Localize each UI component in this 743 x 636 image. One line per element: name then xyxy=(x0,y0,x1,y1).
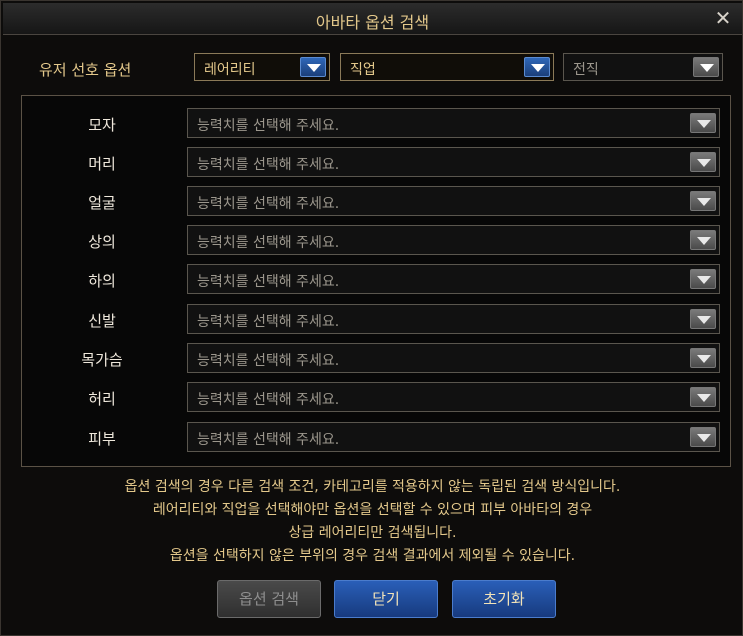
notice-line: 옵션 검색의 경우 다른 검색 조건, 카테고리를 적용하지 않는 독립된 검색… xyxy=(124,479,621,495)
slot-option-select[interactable]: 능력치를 선택해 주세요. xyxy=(187,108,720,138)
advancement-select-value: 전직 xyxy=(573,62,599,78)
slot-option-select[interactable]: 능력치를 선택해 주세요. xyxy=(187,343,720,373)
title-bar: 아바타 옵션 검색 ✕ xyxy=(3,3,742,35)
slot-option-value: 능력치를 선택해 주세요. xyxy=(197,353,340,369)
slot-row-skin: 피부 능력치를 선택해 주세요. xyxy=(22,422,730,452)
slot-row-top: 상의 능력치를 선택해 주세요. xyxy=(22,225,730,255)
avatar-option-search-dialog: 아바타 옵션 검색 ✕ 유저 선호 옵션 레어리티 직업 전직 모자 능력치를 … xyxy=(0,0,743,636)
slot-label: 피부 xyxy=(88,430,116,448)
chevron-down-icon[interactable] xyxy=(690,387,716,407)
slot-option-select[interactable]: 능력치를 선택해 주세요. xyxy=(187,264,720,294)
chevron-down-icon[interactable] xyxy=(690,230,716,250)
notice-line: 상급 레어리티만 검색됩니다. xyxy=(288,525,457,541)
slot-option-select[interactable]: 능력치를 선택해 주세요. xyxy=(187,225,720,255)
slot-label: 머리 xyxy=(88,155,116,173)
rarity-select[interactable]: 레어리티 xyxy=(194,53,330,81)
slot-option-select[interactable]: 능력치를 선택해 주세요. xyxy=(187,422,720,452)
slot-option-select[interactable]: 능력치를 선택해 주세요. xyxy=(187,186,720,216)
slot-option-value: 능력치를 선택해 주세요. xyxy=(197,392,340,408)
advancement-select[interactable]: 전직 xyxy=(563,53,723,81)
dialog-title: 아바타 옵션 검색 xyxy=(315,13,430,32)
slot-row-hat: 모자 능력치를 선택해 주세요. xyxy=(22,108,730,138)
chevron-down-icon[interactable] xyxy=(693,57,719,77)
notice-line: 옵션을 선택하지 않은 부위의 경우 검색 결과에서 제외될 수 있습니다. xyxy=(169,548,576,564)
user-preference-label: 유저 선호 옵션 xyxy=(39,61,132,79)
slot-option-value: 능력치를 선택해 주세요. xyxy=(197,314,340,330)
slot-label: 상의 xyxy=(88,233,116,251)
search-notice: 옵션 검색의 경우 다른 검색 조건, 카테고리를 적용하지 않는 독립된 검색… xyxy=(1,476,743,568)
slot-option-value: 능력치를 선택해 주세요. xyxy=(197,118,340,134)
slot-option-value: 능력치를 선택해 주세요. xyxy=(197,157,340,173)
class-select-value: 직업 xyxy=(350,62,376,78)
slot-option-select[interactable]: 능력치를 선택해 주세요. xyxy=(187,382,720,412)
chevron-down-icon[interactable] xyxy=(690,427,716,447)
slot-label: 신발 xyxy=(88,312,116,330)
slot-option-value: 능력치를 선택해 주세요. xyxy=(197,432,340,448)
reset-button[interactable]: 초기화 xyxy=(452,580,556,618)
slot-option-value: 능력치를 선택해 주세요. xyxy=(197,235,340,251)
slot-label: 하의 xyxy=(88,272,116,290)
close-icon[interactable]: ✕ xyxy=(712,7,734,29)
slot-option-select[interactable]: 능력치를 선택해 주세요. xyxy=(187,304,720,334)
chevron-down-icon[interactable] xyxy=(690,269,716,289)
slot-label: 목가슴 xyxy=(81,351,123,369)
slot-label: 허리 xyxy=(88,390,116,408)
slot-row-shoes: 신발 능력치를 선택해 주세요. xyxy=(22,304,730,334)
slot-row-neck: 목가슴 능력치를 선택해 주세요. xyxy=(22,343,730,373)
notice-line: 레어리티와 직업을 선택해야만 옵션을 선택할 수 있으며 피부 아바타의 경우 xyxy=(152,502,593,518)
slot-option-value: 능력치를 선택해 주세요. xyxy=(197,196,340,212)
class-select[interactable]: 직업 xyxy=(340,53,554,81)
slot-row-waist: 허리 능력치를 선택해 주세요. xyxy=(22,382,730,412)
slot-row-bottom: 하의 능력치를 선택해 주세요. xyxy=(22,264,730,294)
option-search-button[interactable]: 옵션 검색 xyxy=(217,580,321,618)
slot-options-panel: 모자 능력치를 선택해 주세요. 머리 능력치를 선택해 주세요. 얼굴 능력치… xyxy=(21,95,731,467)
chevron-down-icon[interactable] xyxy=(524,57,550,77)
slot-label: 얼굴 xyxy=(88,194,116,212)
close-button[interactable]: 닫기 xyxy=(334,580,438,618)
chevron-down-icon[interactable] xyxy=(690,152,716,172)
chevron-down-icon[interactable] xyxy=(690,309,716,329)
slot-row-face: 얼굴 능력치를 선택해 주세요. xyxy=(22,186,730,216)
chevron-down-icon[interactable] xyxy=(300,57,326,77)
chevron-down-icon[interactable] xyxy=(690,191,716,211)
slot-option-select[interactable]: 능력치를 선택해 주세요. xyxy=(187,147,720,177)
chevron-down-icon[interactable] xyxy=(690,113,716,133)
chevron-down-icon[interactable] xyxy=(690,348,716,368)
rarity-select-value: 레어리티 xyxy=(204,62,256,78)
slot-option-value: 능력치를 선택해 주세요. xyxy=(197,274,340,290)
slot-label: 모자 xyxy=(88,116,116,134)
slot-row-hair: 머리 능력치를 선택해 주세요. xyxy=(22,147,730,177)
